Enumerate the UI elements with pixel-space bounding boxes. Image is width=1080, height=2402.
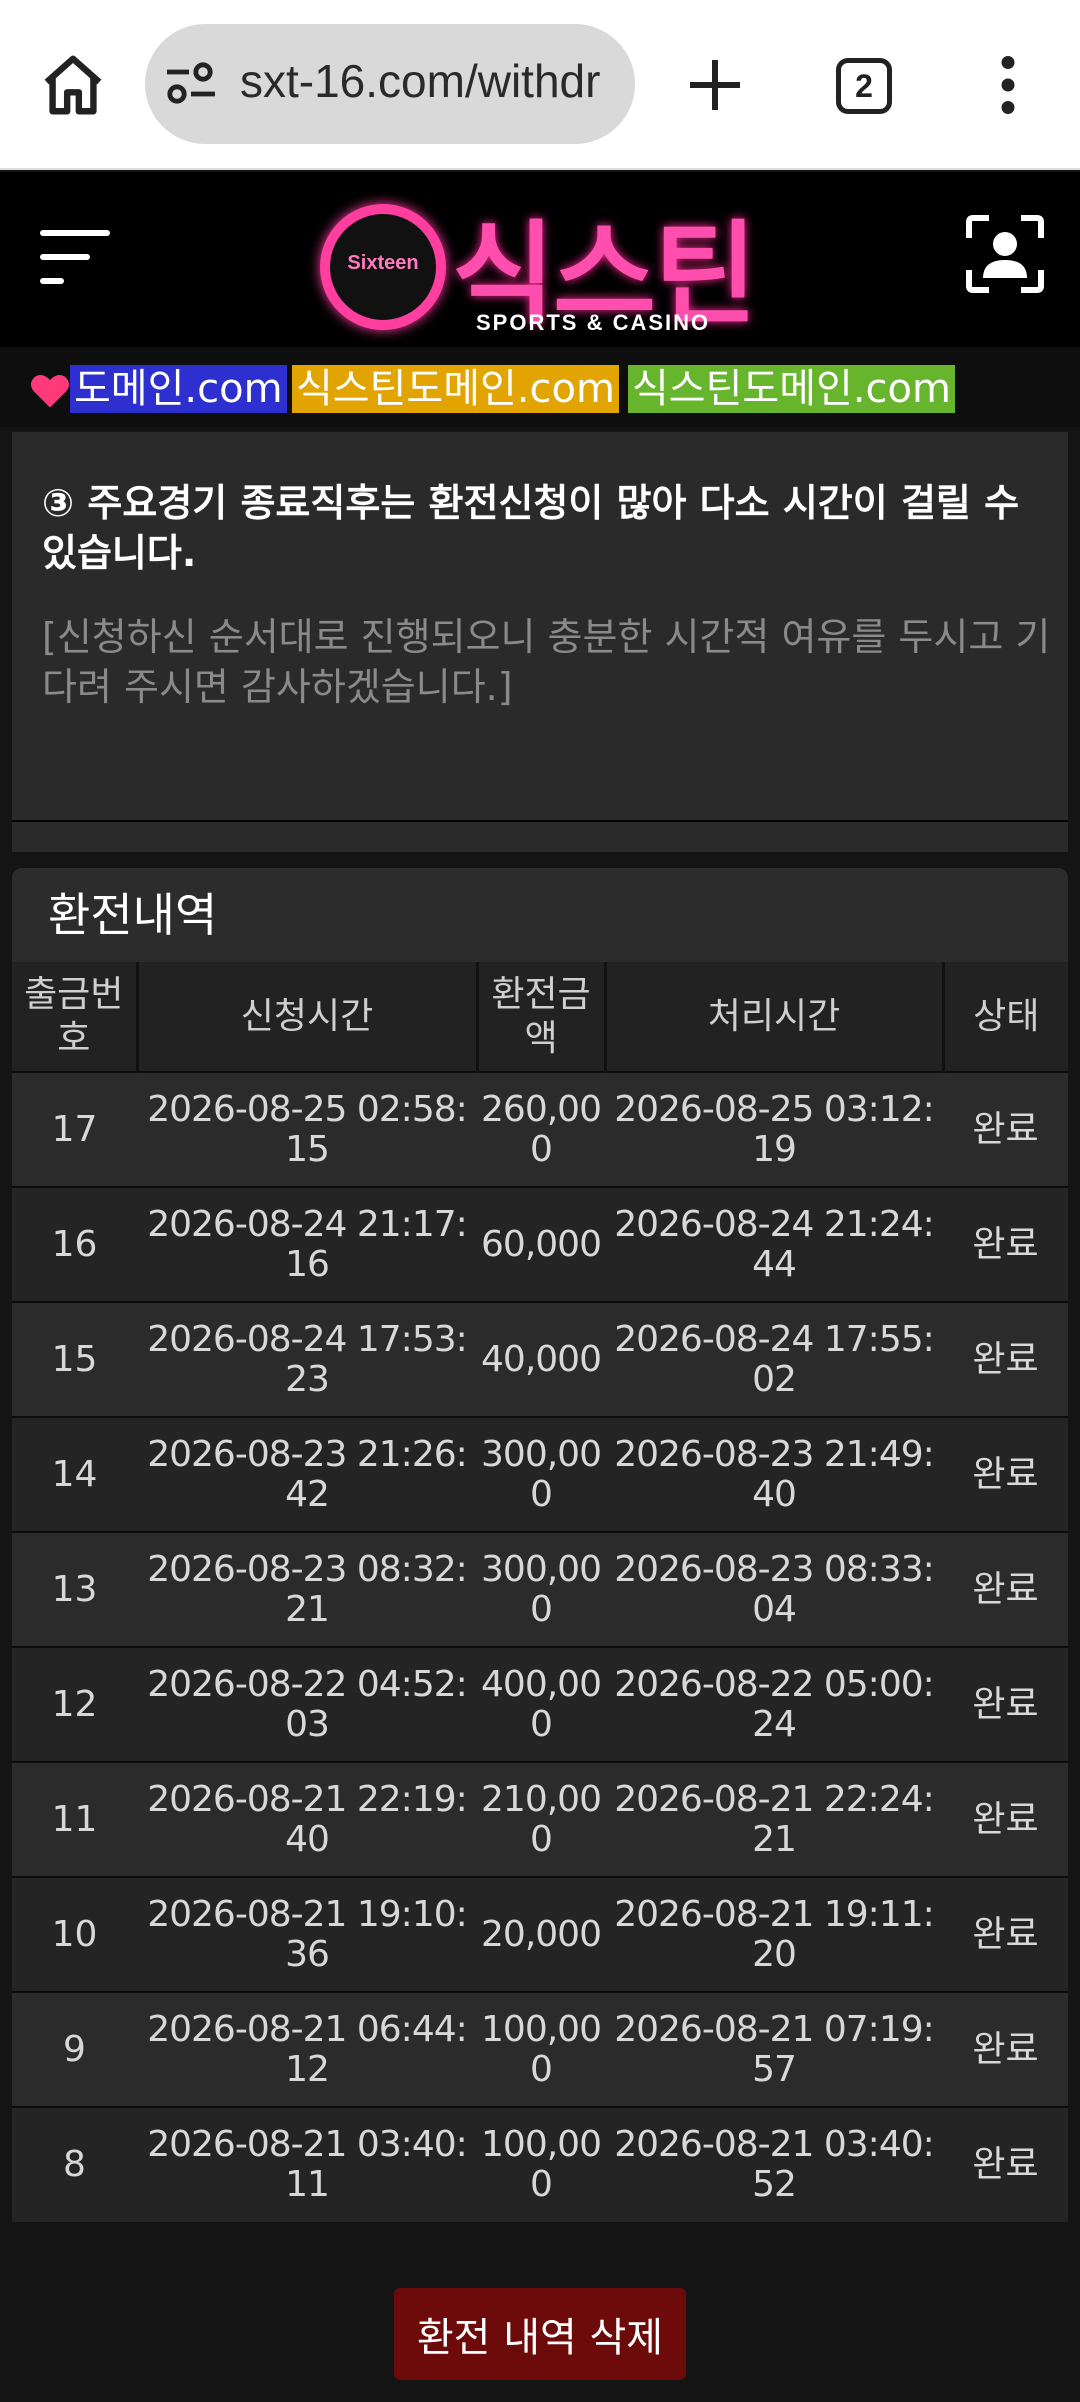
withdraw-notice: ③ 주요경기 종료직후는 환전신청이 많아 다소 시간이 걸릴 수 있습니다. … <box>12 432 1068 852</box>
cell-processed: 2026-08-21 07:19:57 <box>605 1991 943 2107</box>
cell-requested: 2026-08-21 03:40:11 <box>137 2106 477 2222</box>
cell-status: 완료 <box>943 1531 1068 1647</box>
domain-link-1[interactable]: 도메인.com <box>70 365 287 413</box>
table-row: 8 2026-08-21 03:40:11 100,000 2026-08-21… <box>12 2106 1068 2222</box>
cell-amount: 260,000 <box>477 1071 605 1187</box>
site-logo[interactable]: Sixteen 식스틴 SPORTS & CASINO <box>320 190 760 340</box>
withdraw-history: 환전내역 출금번호 신청시간 환전금액 처리시간 상태 17 2026-08-2… <box>12 868 1068 2222</box>
cell-id: 11 <box>12 1761 137 1877</box>
cell-amount: 100,000 <box>477 2106 605 2222</box>
cell-processed: 2026-08-23 08:33:04 <box>605 1531 943 1647</box>
tab-count-button[interactable]: 2 <box>836 58 892 114</box>
cell-processed: 2026-08-21 03:40:52 <box>605 2106 943 2222</box>
cell-id: 12 <box>12 1646 137 1762</box>
cell-processed: 2026-08-24 17:55:02 <box>605 1301 943 1417</box>
user-profile-icon[interactable] <box>965 214 1045 294</box>
cell-id: 8 <box>12 2106 137 2222</box>
cell-requested: 2026-08-24 21:17:16 <box>137 1186 477 1302</box>
cell-amount: 210,000 <box>477 1761 605 1877</box>
more-vert-icon[interactable] <box>990 55 1026 115</box>
cell-requested: 2026-08-25 02:58:15 <box>137 1071 477 1187</box>
heart-icon <box>30 375 70 408</box>
domain-link-3[interactable]: 식스틴도메인.com <box>628 365 955 413</box>
cell-status: 완료 <box>943 2106 1068 2222</box>
table-row: 11 2026-08-21 22:19:40 210,000 2026-08-2… <box>12 1761 1068 1877</box>
table-row: 16 2026-08-24 21:17:16 60,000 2026-08-24… <box>12 1186 1068 1302</box>
history-title: 환전내역 <box>12 868 1068 962</box>
delete-history-button[interactable]: 환전 내역 삭제 <box>394 2288 686 2380</box>
cell-processed: 2026-08-24 21:24:44 <box>605 1186 943 1302</box>
cell-status: 완료 <box>943 1301 1068 1417</box>
cell-amount: 40,000 <box>477 1301 605 1417</box>
column-header-amount: 환전금액 <box>477 962 607 1072</box>
cell-processed: 2026-08-22 05:00:24 <box>605 1646 943 1762</box>
notice-heading: ③ 주요경기 종료직후는 환전신청이 많아 다소 시간이 걸릴 수 있습니다. <box>42 481 1020 575</box>
cell-processed: 2026-08-21 22:24:21 <box>605 1761 943 1877</box>
url-text[interactable]: sxt-16.com/withdr <box>240 54 600 108</box>
column-header-status: 상태 <box>943 962 1068 1072</box>
cell-status: 완료 <box>943 1646 1068 1762</box>
divider <box>12 820 1068 822</box>
cell-requested: 2026-08-24 17:53:23 <box>137 1301 477 1417</box>
cell-amount: 20,000 <box>477 1876 605 1992</box>
cell-amount: 300,000 <box>477 1416 605 1532</box>
cell-requested: 2026-08-23 21:26:42 <box>137 1416 477 1532</box>
cell-status: 완료 <box>943 1991 1068 2107</box>
table-row: 17 2026-08-25 02:58:15 260,000 2026-08-2… <box>12 1071 1068 1187</box>
cell-id: 15 <box>12 1301 137 1417</box>
address-bar[interactable]: sxt-16.com/withdr <box>145 24 635 144</box>
cell-status: 완료 <box>943 1186 1068 1302</box>
history-table: 출금번호 신청시간 환전금액 처리시간 상태 17 2026-08-25 02:… <box>12 962 1068 2222</box>
domain-link-2[interactable]: 식스틴도메인.com <box>292 365 619 413</box>
cell-id: 10 <box>12 1876 137 1992</box>
column-header-processed: 처리시간 <box>605 962 945 1072</box>
table-row: 12 2026-08-22 04:52:03 400,000 2026-08-2… <box>12 1646 1068 1762</box>
cell-requested: 2026-08-21 22:19:40 <box>137 1761 477 1877</box>
table-row: 14 2026-08-23 21:26:42 300,000 2026-08-2… <box>12 1416 1068 1532</box>
cell-amount: 300,000 <box>477 1531 605 1647</box>
menu-icon[interactable] <box>38 222 112 292</box>
cell-requested: 2026-08-21 06:44:12 <box>137 1991 477 2107</box>
cell-status: 완료 <box>943 1416 1068 1532</box>
cell-status: 완료 <box>943 1876 1068 1992</box>
table-row: 9 2026-08-21 06:44:12 100,000 2026-08-21… <box>12 1991 1068 2107</box>
cell-id: 17 <box>12 1071 137 1187</box>
site-header: Sixteen 식스틴 SPORTS & CASINO <box>0 172 1080 347</box>
cell-processed: 2026-08-23 21:49:40 <box>605 1416 943 1532</box>
column-header-requested: 신청시간 <box>137 962 479 1072</box>
cell-amount: 400,000 <box>477 1646 605 1762</box>
cell-processed: 2026-08-25 03:12:19 <box>605 1071 943 1187</box>
table-row: 10 2026-08-21 19:10:36 20,000 2026-08-21… <box>12 1876 1068 1992</box>
cell-id: 14 <box>12 1416 137 1532</box>
table-header-row: 출금번호 신청시간 환전금액 처리시간 상태 <box>12 962 1068 1072</box>
cell-status: 완료 <box>943 1071 1068 1187</box>
cell-requested: 2026-08-23 08:32:21 <box>137 1531 477 1647</box>
logo-badge: Sixteen <box>320 204 446 330</box>
home-icon[interactable] <box>38 50 108 120</box>
cell-requested: 2026-08-22 04:52:03 <box>137 1646 477 1762</box>
site-settings-icon[interactable] <box>165 62 217 106</box>
cell-id: 13 <box>12 1531 137 1647</box>
cell-id: 9 <box>12 1991 137 2107</box>
cell-amount: 60,000 <box>477 1186 605 1302</box>
column-header-id: 출금번호 <box>12 962 139 1072</box>
browser-toolbar: sxt-16.com/withdr 2 <box>0 0 1080 170</box>
cell-amount: 100,000 <box>477 1991 605 2107</box>
notice-description: [신청하신 순서대로 진행되오니 충분한 시간적 여유를 두시고 기다려 주시면… <box>42 615 1051 709</box>
domain-banner: 도메인.com 식스틴도메인.com 식스틴도메인.com <box>0 347 1080 427</box>
table-row: 13 2026-08-23 08:32:21 300,000 2026-08-2… <box>12 1531 1068 1647</box>
cell-requested: 2026-08-21 19:10:36 <box>137 1876 477 1992</box>
table-row: 15 2026-08-24 17:53:23 40,000 2026-08-24… <box>12 1301 1068 1417</box>
cell-id: 16 <box>12 1186 137 1302</box>
logo-subtitle: SPORTS & CASINO <box>476 310 711 335</box>
cell-processed: 2026-08-21 19:11:20 <box>605 1876 943 1992</box>
cell-status: 완료 <box>943 1761 1068 1877</box>
new-tab-icon[interactable] <box>685 55 745 115</box>
